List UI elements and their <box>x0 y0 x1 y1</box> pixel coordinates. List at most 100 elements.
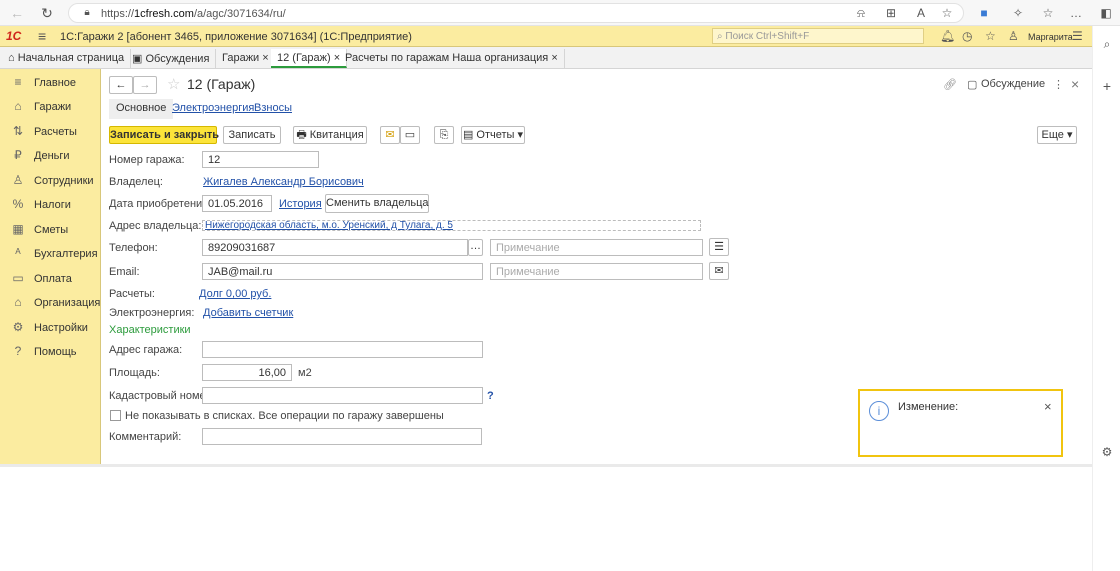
sidebar-item-garages[interactable]: ⌂ Гаражи <box>0 97 101 117</box>
owner-address-field[interactable]: Нижегородская область, м.о. Уренский, д … <box>202 220 701 231</box>
sidebar-item-money[interactable]: ₽ Деньги <box>0 146 101 166</box>
sms-icon[interactable]: ☰ <box>709 238 729 256</box>
tab-discussions[interactable]: ▣ Обсуждения <box>122 49 217 68</box>
add-meter-link[interactable]: Добавить счетчик <box>203 307 293 319</box>
email-note-field[interactable]: Примечание <box>490 263 703 280</box>
puzzle-icon[interactable]: ✧ <box>1010 5 1026 21</box>
cadastral-field[interactable] <box>202 387 483 404</box>
tab-home[interactable]: ⌂ Начальная страница <box>0 49 132 68</box>
hide-in-lists-checkbox[interactable] <box>110 410 121 421</box>
change-notification: i Изменение: × <box>858 389 1063 457</box>
comment-label: Комментарий: <box>109 431 182 443</box>
history-link[interactable]: История <box>279 198 322 210</box>
app-header: 1С ≡ 1С:Гаражи 2 [абонент 3465, приложен… <box>0 26 1092 47</box>
sidebar-item-employees[interactable]: ♙ Сотрудники <box>0 171 101 191</box>
report-icon: ▤ <box>462 129 474 141</box>
sidebar-item-label: Сотрудники <box>34 175 94 187</box>
close-icon[interactable]: × <box>1071 76 1079 92</box>
back-icon[interactable]: ← <box>8 4 26 22</box>
area-field[interactable]: 16,00 <box>202 364 292 381</box>
more-vertical-icon[interactable]: ⋮ <box>1053 78 1064 91</box>
link-icon[interactable]: 🔗︎ <box>943 78 957 91</box>
sidebar-item-label: Организация <box>34 297 101 309</box>
sidebar-item-payment[interactable]: ▭ Оплата <box>0 269 101 289</box>
search-icon[interactable]: ⌕ <box>1099 36 1115 52</box>
address-bar[interactable]: 🔒︎ https://1cfresh.com/a/agc/3071634/ru/… <box>68 3 964 23</box>
owner-address-label: Адрес владельца: <box>109 220 202 232</box>
forward-arrow-button[interactable]: → <box>133 76 157 94</box>
percent-icon: % <box>12 197 24 211</box>
sidebar-item-settlements[interactable]: ⇅ Расчеты <box>0 122 101 142</box>
owner-link[interactable]: Жигалев Александр Борисович <box>203 176 364 188</box>
info-icon: i <box>869 401 889 421</box>
envelope-icon[interactable]: ✉ <box>709 262 729 280</box>
back-arrow-button[interactable]: ← <box>109 76 133 94</box>
change-owner-button[interactable]: Сменить владельца <box>325 194 429 213</box>
phone-select-button[interactable]: … <box>468 239 483 256</box>
comment-icon[interactable]: ▭ <box>400 126 420 144</box>
user-icon[interactable]: ♙ <box>1008 29 1019 43</box>
app-menu-icon[interactable]: ☰ <box>1072 29 1083 43</box>
user-name[interactable]: Маргарита <box>1028 32 1073 42</box>
sidebar-item-label: Сметы <box>34 224 69 236</box>
characteristics-heading[interactable]: Характеристики <box>109 324 191 336</box>
notification-title: Изменение: <box>898 401 959 413</box>
empty-bottom-area <box>0 464 1092 571</box>
sidebar-toggle-icon[interactable]: ◧ <box>1098 5 1114 21</box>
attachment-icon[interactable]: ⎘ <box>434 126 454 144</box>
sidebar-item-accounting[interactable]: ᴬ Бухгалтерия <box>0 244 101 264</box>
favorites-icon[interactable]: ☆ <box>1040 5 1056 21</box>
favorites-star-icon[interactable]: ☆ <box>985 29 996 43</box>
sidebar-item-organization[interactable]: ⌂ Организация <box>0 293 101 313</box>
sidebar-item-settings[interactable]: ⚙ Настройки <box>0 318 101 338</box>
apps-icon[interactable]: ⊞ <box>883 5 899 21</box>
settings-gear-icon[interactable]: ⚙ <box>1099 444 1115 460</box>
save-button[interactable]: Записать <box>223 126 281 144</box>
tab-settlements[interactable]: Расчеты по гаражам Наша организация × <box>339 49 565 68</box>
browser-side-rail: ⌕ + ⚙ <box>1092 26 1120 571</box>
extension-icon[interactable]: ■ <box>976 5 992 21</box>
save-and-close-button[interactable]: Записать и закрыть <box>109 126 219 144</box>
favorite-star-icon[interactable]: ☆ <box>939 5 955 21</box>
menu-icon[interactable]: ≡ <box>38 28 46 44</box>
tab-garages[interactable]: Гаражи × <box>216 49 276 68</box>
help-question-icon[interactable]: ? <box>487 390 494 402</box>
add-icon[interactable]: + <box>1099 78 1115 94</box>
area-label: Площадь: <box>109 367 160 379</box>
sidebar-item-main[interactable]: ≡ Главное <box>0 73 101 93</box>
global-search-input[interactable]: ⌕ Поиск Ctrl+Shift+F <box>712 28 924 44</box>
tab-fees[interactable]: Взносы <box>247 99 299 119</box>
receipt-button[interactable]: 🖶︎ Квитанция <box>293 126 367 144</box>
notifications-bell-icon[interactable]: 🔔︎ <box>940 29 955 43</box>
reports-button[interactable]: ▤ Отчеты ▾ <box>461 126 525 144</box>
discussion-icon[interactable]: ▢ <box>967 78 977 91</box>
electricity-label: Электроэнергия: <box>109 307 195 319</box>
comment-field[interactable] <box>202 428 482 445</box>
purchase-date-field[interactable]: 01.05.2016 <box>202 195 272 212</box>
garage-number-field[interactable]: 12 <box>202 151 319 168</box>
reload-icon[interactable]: ↻ <box>38 4 56 22</box>
sidebar-item-estimates[interactable]: ▦ Сметы <box>0 220 101 240</box>
hide-in-lists-label: Не показывать в списках. Все операции по… <box>125 410 444 422</box>
more-actions-button[interactable]: Еще ▾ <box>1037 126 1077 144</box>
tab-main[interactable]: Основное <box>109 99 174 119</box>
sidebar-item-help[interactable]: ? Помощь <box>0 342 101 362</box>
history-icon[interactable]: ◷ <box>962 29 972 43</box>
more-icon[interactable]: … <box>1068 5 1084 21</box>
phone-field[interactable]: 89209031687 <box>202 239 468 256</box>
sidebar-item-taxes[interactable]: % Налоги <box>0 195 101 215</box>
phone-note-field[interactable]: Примечание <box>490 239 703 256</box>
printer-icon: 🖶︎ <box>296 129 307 141</box>
favorite-star-icon[interactable]: ☆ <box>167 75 180 93</box>
debt-link[interactable]: Долг 0,00 руб. <box>199 288 271 300</box>
garage-address-field[interactable] <box>202 341 483 358</box>
sidebar-item-label: Расчеты <box>34 126 77 138</box>
tab-garage-12[interactable]: 12 (Гараж) × <box>271 49 348 68</box>
discussion-button[interactable]: Обсуждение <box>981 78 1045 90</box>
gear-icon: ⚙ <box>12 320 24 334</box>
mail-icon[interactable]: ✉ <box>380 126 400 144</box>
read-aloud-icon[interactable]: A <box>913 5 929 21</box>
notification-close-icon[interactable]: × <box>1044 399 1052 414</box>
email-field[interactable]: JAB@mail.ru <box>202 263 483 280</box>
bell-icon[interactable]: ⍾ <box>853 5 869 21</box>
